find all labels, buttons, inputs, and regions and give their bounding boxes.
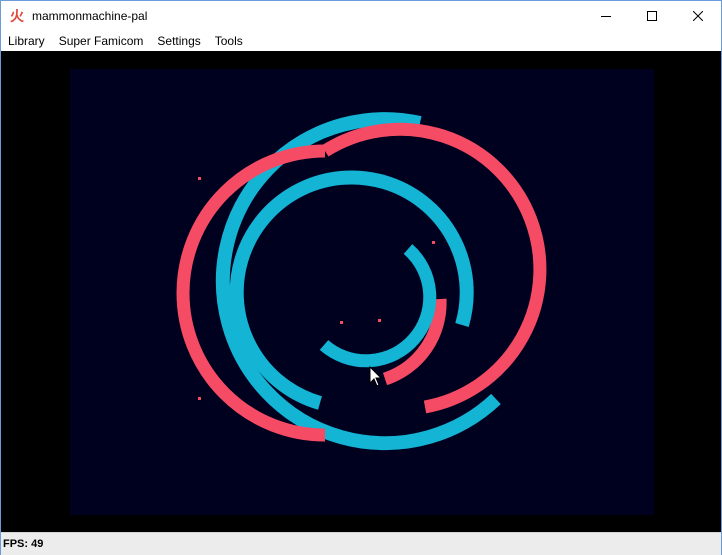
menu-settings[interactable]: Settings: [150, 31, 207, 51]
inner-cyan-hook: [319, 244, 437, 368]
app-window: 火 mammonmachine-pal Library Super Famico…: [0, 0, 722, 555]
game-screen[interactable]: [70, 69, 654, 515]
red-speck: [198, 177, 201, 180]
menu-tools[interactable]: Tools: [208, 31, 250, 51]
app-icon[interactable]: 火: [9, 8, 25, 24]
menu-library[interactable]: Library: [1, 31, 52, 51]
red-speck: [198, 397, 201, 400]
mouse-cursor-icon: [369, 365, 383, 387]
close-icon: [693, 11, 703, 21]
maximize-button[interactable]: [629, 1, 675, 31]
title-bar[interactable]: 火 mammonmachine-pal: [1, 1, 721, 31]
red-speck: [432, 241, 435, 244]
close-button[interactable]: [675, 1, 721, 31]
minimize-icon: [601, 16, 611, 17]
red-speck: [378, 319, 381, 322]
menu-bar: Library Super Famicom Settings Tools: [1, 31, 721, 51]
status-bar: FPS: 49: [1, 532, 721, 555]
minimize-button[interactable]: [583, 1, 629, 31]
spiral-graphic: [176, 112, 547, 451]
maximize-icon: [647, 11, 657, 21]
fps-counter: FPS: 49: [3, 538, 44, 550]
red-speck: [340, 321, 343, 324]
menu-super-famicom[interactable]: Super Famicom: [52, 31, 151, 51]
emulator-viewport[interactable]: [1, 51, 721, 532]
window-title: mammonmachine-pal: [32, 9, 148, 23]
